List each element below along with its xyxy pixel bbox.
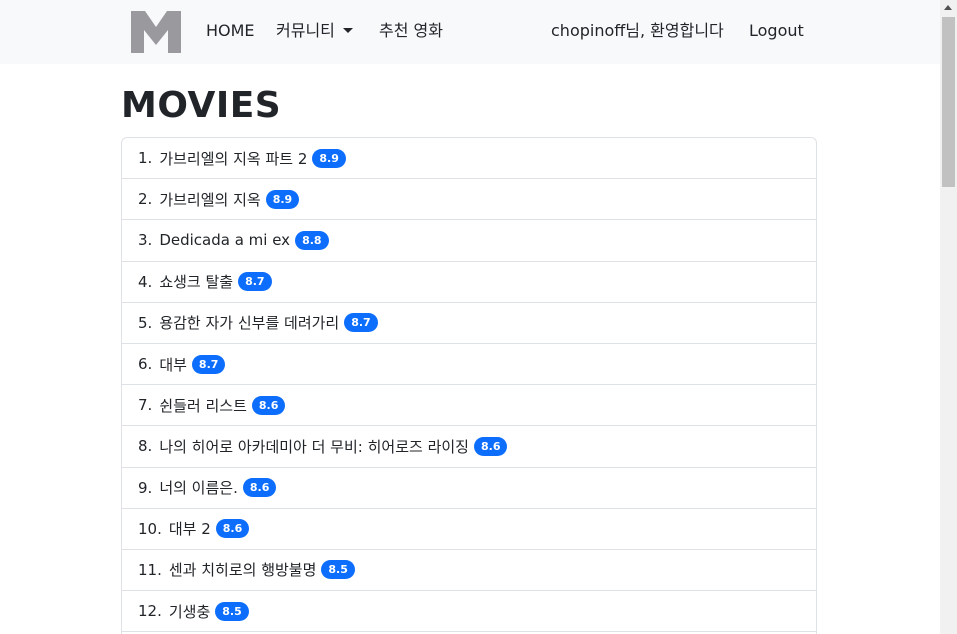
movie-list-item[interactable]: 10. 대부 2 8.6 bbox=[122, 509, 816, 550]
movie-rank: 7. bbox=[138, 396, 153, 415]
movie-list-item[interactable]: 4. 쇼생크 탈출 8.7 bbox=[122, 262, 816, 303]
page-title: MOVIES bbox=[121, 85, 282, 126]
nav-community-dropdown[interactable]: 커뮤니티 bbox=[276, 20, 353, 42]
nav-recommend-link[interactable]: 추천 영화 bbox=[379, 20, 443, 42]
rating-badge: 8.9 bbox=[265, 189, 300, 209]
caret-down-icon bbox=[342, 28, 353, 33]
rating-badge: 8.7 bbox=[238, 272, 272, 292]
logout-link[interactable]: Logout bbox=[749, 20, 804, 42]
nav-community-label: 커뮤니티 bbox=[276, 21, 335, 40]
movie-rank: 10. bbox=[138, 519, 162, 538]
movie-title[interactable]: 센과 치히로의 행방불명 bbox=[169, 559, 317, 580]
movie-list-item[interactable]: 1. 가브리엘의 지옥 파트 2 8.9 bbox=[122, 138, 816, 180]
movie-list-item[interactable]: 3. Dedicada a mi ex 8.8 bbox=[122, 220, 816, 262]
movie-title[interactable]: 쉰들러 리스트 bbox=[159, 395, 247, 416]
movie-title[interactable]: 대부 bbox=[159, 354, 187, 375]
movie-title[interactable]: 나의 히어로 아카데미아 더 무비: 히어로즈 라이징 bbox=[159, 436, 469, 457]
movie-list-item[interactable]: 9. 너의 이름은. 8.6 bbox=[122, 468, 816, 509]
movie-list: 1. 가브리엘의 지옥 파트 2 8.9 2. 가브리엘의 지옥 8.9 3. Dedicad… bbox=[121, 137, 817, 634]
movie-list-item[interactable]: 6. 대부 8.7 bbox=[122, 344, 816, 386]
movie-rank: 3. bbox=[138, 231, 153, 250]
movie-rank: 8. bbox=[138, 437, 153, 456]
movie-list-item[interactable]: 2. 가브리엘의 지옥 8.9 bbox=[122, 179, 816, 221]
movie-title[interactable]: 용감한 자가 신부를 데려가리 bbox=[159, 312, 339, 333]
rating-badge: 8.5 bbox=[215, 601, 249, 621]
movie-rank: 12. bbox=[138, 602, 162, 621]
movie-rank: 1. bbox=[138, 149, 153, 168]
logo-icon[interactable] bbox=[131, 11, 181, 53]
movie-title[interactable]: 대부 2 bbox=[169, 518, 211, 539]
movie-list-item[interactable]: 11. 센과 치히로의 행방불명 8.5 bbox=[122, 550, 816, 592]
rating-badge: 8.5 bbox=[321, 560, 355, 580]
welcome-text: chopinoff님, 환영합니다 bbox=[551, 21, 724, 40]
movie-rank: 4. bbox=[138, 272, 153, 291]
movie-title[interactable]: 가브리엘의 지옥 bbox=[159, 189, 260, 210]
movie-title[interactable]: 너의 이름은. bbox=[159, 477, 238, 498]
movie-list-item[interactable]: 7. 쉰들러 리스트 8.6 bbox=[122, 385, 816, 427]
rating-badge: 8.9 bbox=[312, 148, 346, 168]
navbar: HOME 커뮤니티 추천 영화 chopinoff님, 환영합니다 Logout bbox=[0, 0, 940, 64]
rating-badge: 8.7 bbox=[191, 354, 226, 374]
rating-badge: 8.8 bbox=[295, 230, 329, 250]
movie-title[interactable]: Dedicada a mi ex bbox=[159, 231, 290, 249]
movie-rank: 5. bbox=[138, 313, 153, 332]
movie-title[interactable]: 쇼생크 탈출 bbox=[159, 271, 233, 292]
movie-list-item[interactable]: 8. 나의 히어로 아카데미아 더 무비: 히어로즈 라이징 8.6 bbox=[122, 426, 816, 468]
movie-rank: 11. bbox=[138, 560, 162, 579]
movie-list-item[interactable]: 12. 기생충 8.5 bbox=[122, 591, 816, 633]
scrollbar[interactable] bbox=[940, 0, 957, 634]
movie-title[interactable]: 기생충 bbox=[169, 601, 210, 622]
rating-badge: 8.6 bbox=[215, 519, 250, 539]
movie-rank: 9. bbox=[138, 478, 153, 497]
rating-badge: 8.6 bbox=[473, 436, 508, 456]
scroll-up-icon[interactable] bbox=[944, 5, 952, 10]
movie-list-item[interactable]: 5. 용감한 자가 신부를 데려가리 8.7 bbox=[122, 303, 816, 344]
movie-rank: 6. bbox=[138, 355, 153, 374]
rating-badge: 8.7 bbox=[344, 313, 378, 333]
scroll-thumb[interactable] bbox=[942, 17, 955, 187]
movie-rank: 2. bbox=[138, 190, 153, 209]
movie-title[interactable]: 가브리엘의 지옥 파트 2 bbox=[159, 148, 307, 169]
nav-home-link[interactable]: HOME bbox=[206, 20, 255, 42]
rating-badge: 8.6 bbox=[251, 395, 286, 415]
rating-badge: 8.6 bbox=[242, 478, 277, 498]
